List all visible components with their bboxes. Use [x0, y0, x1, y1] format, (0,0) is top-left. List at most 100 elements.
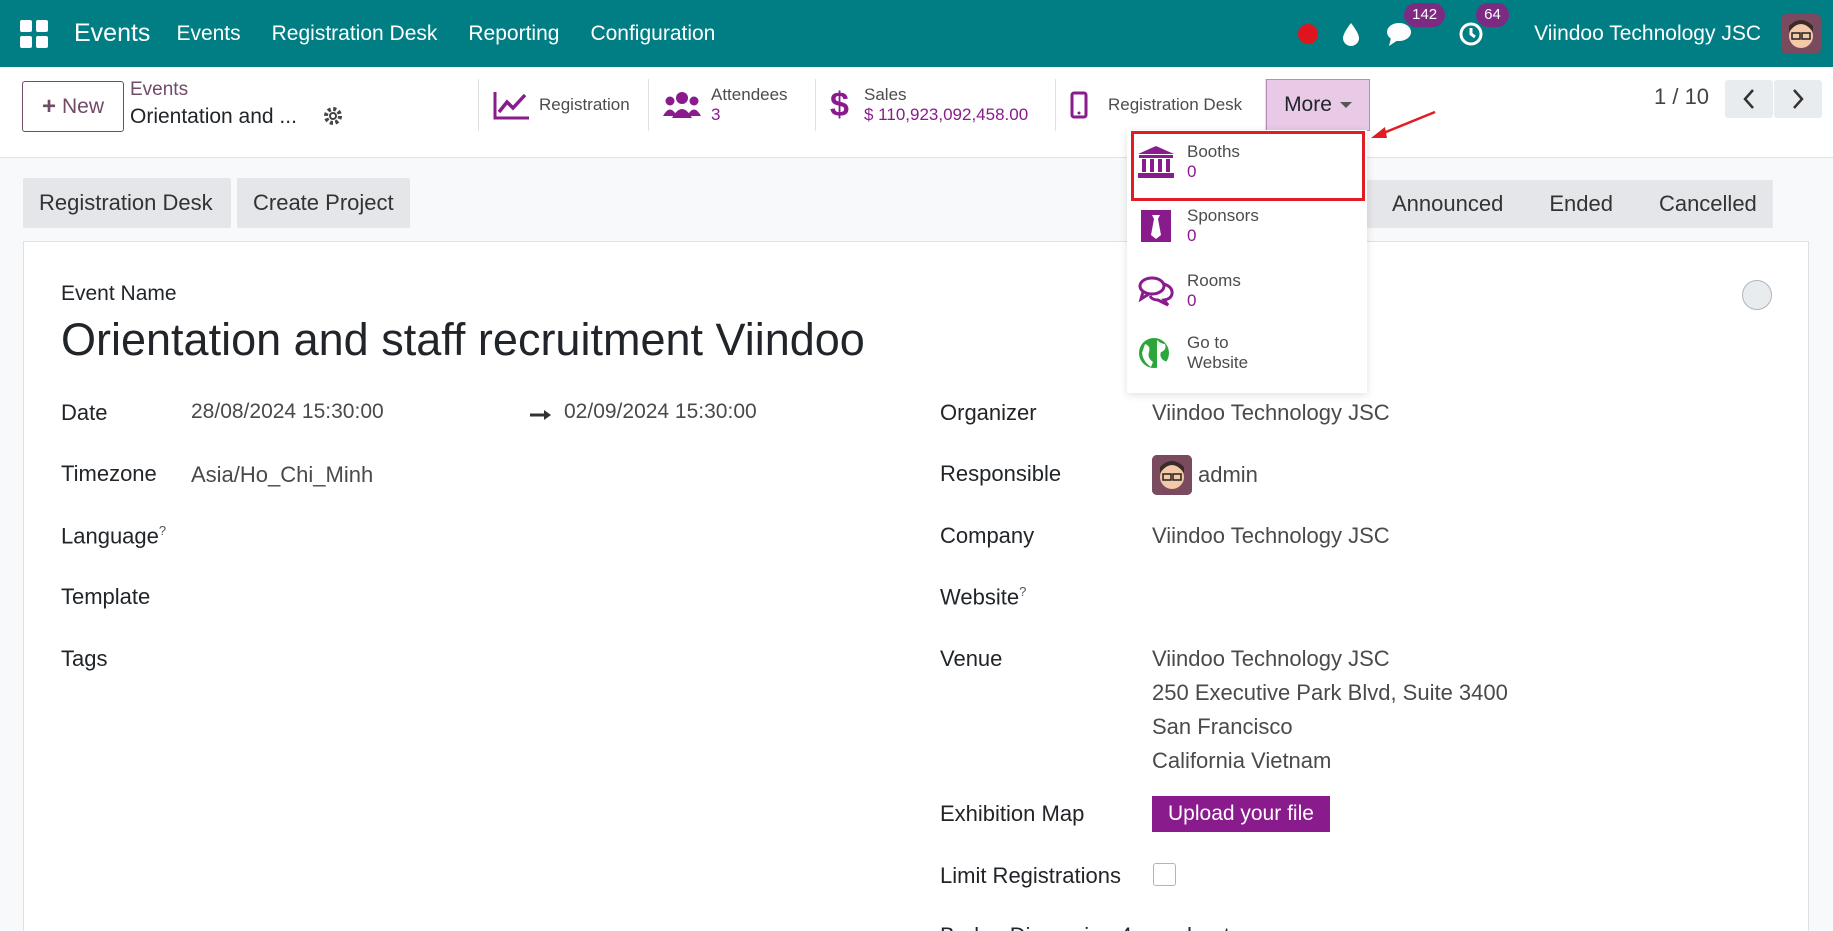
company-label: Company [940, 523, 1035, 548]
menu-events[interactable]: Events [176, 22, 240, 46]
attendees-stack: Attendees 3 [711, 85, 788, 125]
stage-ended[interactable]: Ended [1509, 180, 1633, 228]
website-label-text: Website [940, 584, 1020, 610]
kanban-state-circle[interactable] [1742, 280, 1772, 310]
attendees-smart-button[interactable]: Attendees 3 [649, 79, 816, 131]
breadcrumb-parent[interactable]: Events [130, 79, 188, 101]
new-button[interactable]: + New [22, 81, 124, 132]
venue-line-1[interactable]: Viindoo Technology JSC [1152, 646, 1390, 672]
activities-button[interactable]: 64 [1458, 2, 1509, 47]
globe-icon [1139, 338, 1169, 368]
top-navbar: Events Events Registration Desk Reportin… [0, 0, 1833, 67]
annotation-arrow-icon [1371, 110, 1436, 138]
language-label-text: Language [61, 523, 159, 549]
responsible-field[interactable]: admin [1198, 462, 1258, 488]
attendees-value: 3 [711, 105, 721, 124]
responsible-avatar [1152, 455, 1192, 495]
registration-desk-smart-button[interactable]: Registration Desk [1056, 79, 1266, 131]
venue-line-4: California Vietnam [1152, 748, 1332, 773]
menu-reporting[interactable]: Reporting [468, 22, 559, 46]
sponsors-stack: Sponsors 0 [1187, 206, 1259, 246]
chevron-right-icon [1793, 89, 1804, 109]
organizer-label: Organizer [940, 400, 1037, 425]
sponsors-value: 0 [1187, 226, 1197, 245]
sales-stack: Sales $ 110,923,092,458.00 [864, 85, 1028, 125]
chevron-left-icon [1743, 89, 1754, 109]
rooms-value: 0 [1187, 291, 1197, 310]
stage-announced[interactable]: Announced [1352, 180, 1523, 228]
menu-registration-desk[interactable]: Registration Desk [272, 22, 438, 46]
highlight-box [1131, 131, 1365, 201]
date-label: Date [61, 400, 108, 425]
date-start-field[interactable]: 28/08/2024 15:30:00 [191, 400, 384, 424]
limit-registrations-checkbox[interactable] [1153, 863, 1176, 886]
rooms-label: Rooms [1187, 271, 1241, 290]
exhibition-map-label: Exhibition Map [940, 801, 1085, 826]
go-to-website-button[interactable]: Go to Website [1137, 325, 1361, 381]
menu-configuration[interactable]: Configuration [590, 22, 715, 46]
language-label: Language? [61, 523, 166, 549]
company-field[interactable]: Viindoo Technology JSC [1152, 523, 1390, 549]
sponsors-label: Sponsors [1187, 206, 1259, 225]
registration-label: Registration [539, 95, 630, 114]
company-switcher[interactable]: Viindoo Technology JSC [1534, 22, 1761, 46]
help-tooltip-icon[interactable]: ? [159, 523, 166, 538]
water-drop-icon[interactable] [1342, 22, 1360, 46]
smart-buttons: Registration Attendees 3 $ Sales $ 110,9… [478, 79, 1370, 131]
venue-line-3: San Francisco [1152, 714, 1293, 739]
apps-grid-icon[interactable] [20, 19, 48, 48]
more-dropdown-toggle[interactable]: More [1266, 79, 1370, 131]
limit-registrations-label: Limit Registrations [940, 863, 1121, 888]
registration-desk-label: Registration Desk [1108, 95, 1243, 114]
user-avatar[interactable] [1781, 13, 1821, 54]
activities-badge: 64 [1476, 2, 1509, 27]
form-sheet: Event Name Orientation and staff recruit… [23, 241, 1809, 931]
timezone-label: Timezone [61, 461, 157, 486]
mobile-phone-icon [1070, 91, 1088, 119]
event-name-label: Event Name [61, 282, 177, 305]
upload-file-button[interactable]: Upload your file [1152, 796, 1330, 832]
more-label: More [1284, 93, 1332, 116]
pager-value[interactable]: 1 / 10 [1654, 84, 1709, 110]
venue-line-2: 250 Executive Park Blvd, Suite 3400 [1152, 680, 1508, 705]
help-tooltip-icon[interactable]: ? [1019, 584, 1026, 599]
pager-next-button[interactable] [1774, 80, 1822, 118]
timezone-field[interactable]: Asia/Ho_Chi_Minh [191, 462, 373, 488]
attendees-label: Attendees [711, 85, 788, 104]
dollar-icon: $ [830, 85, 849, 124]
registration-desk-button[interactable]: Registration Desk [23, 178, 231, 228]
users-icon [663, 92, 701, 118]
messages-button[interactable]: 142 [1386, 2, 1446, 47]
arrow-right-icon [530, 410, 551, 420]
black-tie-icon [1141, 210, 1171, 242]
venue-label: Venue [940, 646, 1003, 671]
date-end-field[interactable]: 02/09/2024 15:30:00 [564, 400, 757, 424]
registration-smart-button[interactable]: Registration [479, 79, 649, 131]
plus-icon: + [41, 92, 56, 120]
badge-dimension-row: Badge Dimension 4 per sheet [940, 923, 1230, 931]
sales-smart-button[interactable]: $ Sales $ 110,923,092,458.00 [816, 79, 1056, 131]
app-brand[interactable]: Events [74, 19, 150, 48]
gear-icon[interactable] [322, 105, 344, 127]
rooms-stack: Rooms 0 [1187, 271, 1241, 311]
event-name-field[interactable]: Orientation and staff recruitment Viindo… [61, 314, 865, 366]
website-label: Website? [940, 584, 1026, 610]
sponsors-smart-button[interactable]: Sponsors 0 [1137, 198, 1361, 254]
website-stack: Go to Website [1187, 333, 1248, 373]
template-label: Template [61, 584, 151, 609]
status-bar: Announced Ended Cancelled [1366, 180, 1773, 228]
sales-value: $ 110,923,092,458.00 [864, 105, 1029, 124]
sales-label: Sales [864, 85, 907, 104]
messages-badge: 142 [1404, 2, 1446, 27]
tags-label: Tags [61, 646, 108, 671]
rooms-smart-button[interactable]: Rooms 0 [1137, 263, 1361, 319]
stage-cancelled[interactable]: Cancelled [1618, 180, 1773, 228]
organizer-field[interactable]: Viindoo Technology JSC [1152, 400, 1390, 426]
navbar-systray: 142 64 Viindoo Technology JSC [1298, 0, 1833, 67]
go-to-label: Go to [1187, 333, 1229, 352]
create-project-button[interactable]: Create Project [237, 178, 410, 228]
record-dot-icon[interactable] [1298, 23, 1319, 44]
pager-previous-button[interactable] [1725, 80, 1773, 118]
breadcrumb-current: Orientation and ... [130, 105, 297, 128]
website-label: Website [1187, 353, 1249, 372]
